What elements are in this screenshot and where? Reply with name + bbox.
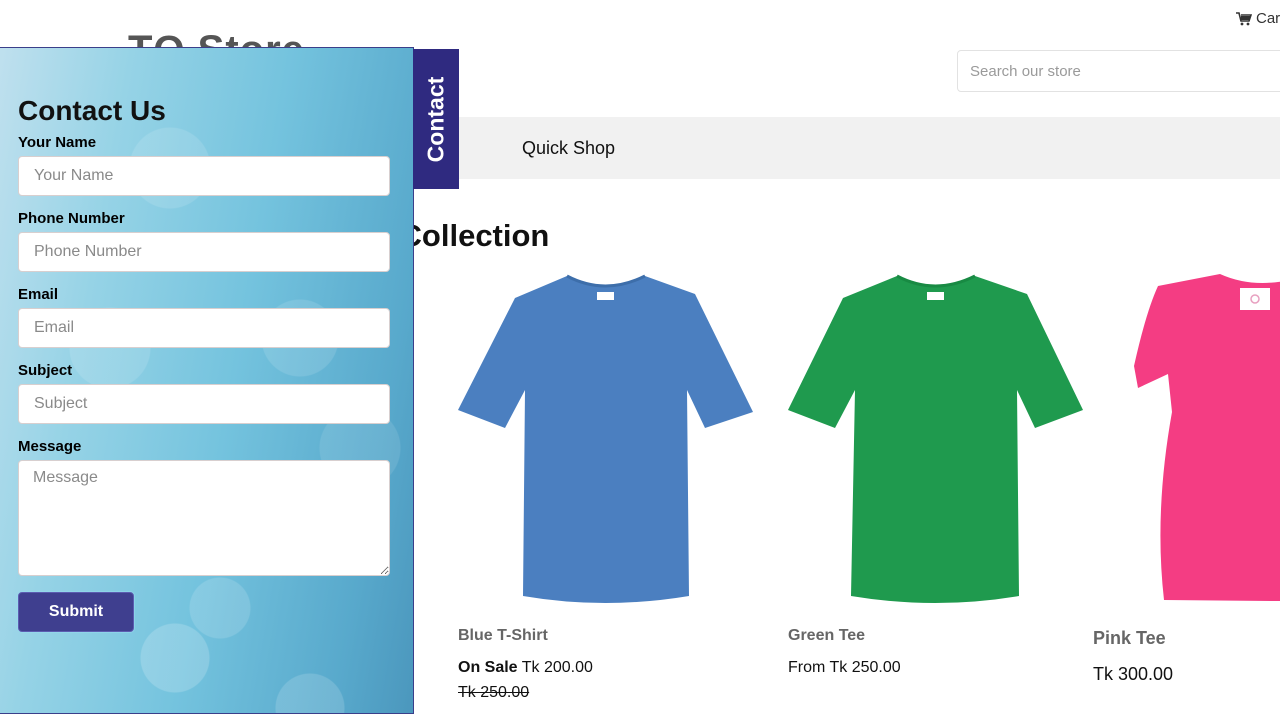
- sale-price: Tk 200.00: [521, 659, 593, 676]
- email-field[interactable]: [18, 308, 390, 348]
- submit-button[interactable]: Submit: [18, 592, 134, 632]
- cart-label: Cart: [1256, 10, 1280, 27]
- product-image-blue-tshirt[interactable]: [455, 262, 755, 612]
- store-page: Cart TQ Store Contact Us Quick Shop Feat…: [0, 0, 1280, 720]
- search-input[interactable]: [957, 50, 1280, 92]
- product-price: From Tk 250.00: [788, 659, 901, 676]
- product-card[interactable]: Blue T-Shirt On Sale Tk 200.00 Tk 250.00: [455, 262, 755, 701]
- shopping-cart-icon: [1236, 11, 1252, 26]
- product-card[interactable]: Pink Tee Tk 300.00: [1090, 262, 1280, 684]
- compare-at-price: Tk 250.00: [458, 684, 530, 701]
- sale-badge: On Sale: [458, 659, 518, 676]
- product-price: On Sale Tk 200.00: [458, 659, 593, 677]
- product-image-pink-tee[interactable]: [1090, 262, 1280, 612]
- message-field[interactable]: [18, 460, 390, 576]
- contact-panel: Contact Us Your Name Phone Number Email …: [0, 47, 414, 714]
- name-field[interactable]: [18, 156, 390, 196]
- contact-title: Contact Us: [18, 95, 166, 126]
- name-label: Your Name: [18, 134, 97, 151]
- contact-tab-toggle[interactable]: Contact: [413, 49, 459, 189]
- product-title[interactable]: Blue T-Shirt: [458, 627, 548, 645]
- contact-tab-label: Contact: [422, 76, 449, 162]
- nav-item-quick-shop[interactable]: Quick Shop: [522, 138, 615, 159]
- product-price: Tk 300.00: [1093, 664, 1174, 684]
- message-label: Message: [18, 438, 82, 455]
- email-label: Email: [18, 286, 59, 303]
- product-card[interactable]: Green Tee From Tk 250.00: [785, 262, 1085, 676]
- phone-label: Phone Number: [18, 210, 125, 227]
- phone-field[interactable]: [18, 232, 390, 272]
- product-image-green-tee[interactable]: [785, 262, 1085, 612]
- cart-link[interactable]: Cart: [1236, 10, 1280, 27]
- subject-label: Subject: [18, 362, 73, 379]
- subject-field[interactable]: [18, 384, 390, 424]
- product-title[interactable]: Pink Tee: [1093, 628, 1166, 649]
- product-title[interactable]: Green Tee: [788, 627, 865, 645]
